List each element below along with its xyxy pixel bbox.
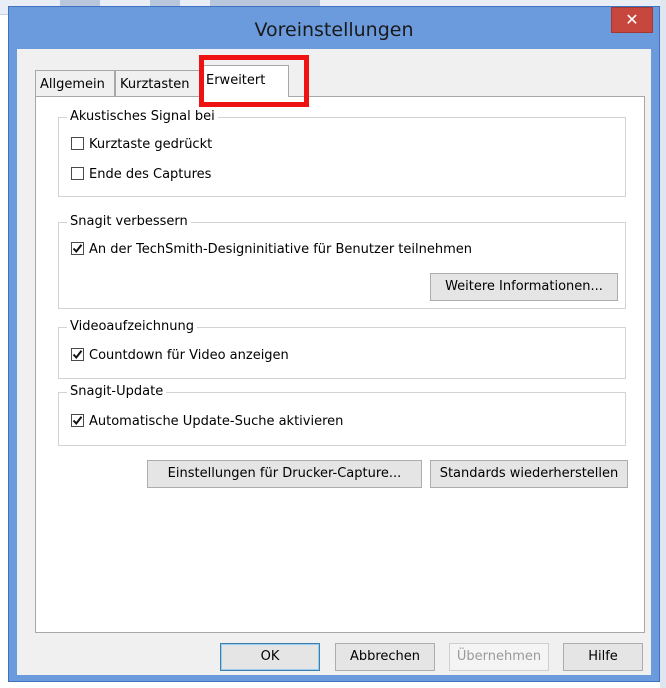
checkbox-auto-update[interactable]: Automatische Update-Suche aktivieren xyxy=(71,414,343,432)
apply-button[interactable]: Übernehmen xyxy=(449,643,549,671)
checkbox-label: Countdown für Video anzeigen xyxy=(89,348,289,363)
checkbox-label: Kurztaste gedrückt xyxy=(89,137,213,152)
more-info-button[interactable]: Weitere Informationen... xyxy=(430,273,618,301)
checkbox-box[interactable] xyxy=(71,348,84,361)
close-button[interactable]: ✕ xyxy=(611,7,653,33)
window-title: Voreinstellungen xyxy=(254,19,414,41)
checkbox-label: Automatische Update-Suche aktivieren xyxy=(89,414,344,429)
checkbox-capture-end[interactable]: Ende des Captures xyxy=(71,167,211,185)
tab-label: Kurztasten xyxy=(120,77,190,92)
tab-panel-erweitert: Akustisches Signal bei Kurztaste gedrück… xyxy=(35,96,645,633)
checkbox-box[interactable] xyxy=(71,137,84,150)
preferences-dialog: Voreinstellungen ✕ Allgemein Kurztasten … xyxy=(8,6,660,682)
tab-label: Allgemein xyxy=(40,77,105,92)
ok-button[interactable]: OK xyxy=(220,643,320,671)
checkbox-label: Ende des Captures xyxy=(89,167,212,182)
checkbox-label: An der TechSmith-Designinitiative für Be… xyxy=(89,242,472,257)
help-button[interactable]: Hilfe xyxy=(563,643,643,671)
tab-kurztasten[interactable]: Kurztasten xyxy=(115,70,201,96)
dialog-client-area: Allgemein Kurztasten Erweitert Akustisch… xyxy=(17,49,651,675)
group-label: Akustisches Signal bei xyxy=(67,109,218,124)
checkmark-icon xyxy=(72,244,83,254)
close-icon: ✕ xyxy=(625,10,639,29)
checkbox-box[interactable] xyxy=(71,167,84,180)
group-snagit-improve: Snagit verbessern An der TechSmith-Desig… xyxy=(58,214,626,309)
checkmark-icon xyxy=(72,416,83,426)
group-snagit-update: Snagit-Update Automatische Update-Suche … xyxy=(58,384,626,446)
printer-capture-settings-button[interactable]: Einstellungen für Drucker-Capture... xyxy=(147,460,422,488)
checkbox-box[interactable] xyxy=(71,414,84,427)
background-window-edge xyxy=(660,0,666,688)
group-label: Snagit verbessern xyxy=(67,214,191,229)
checkbox-design-initiative[interactable]: An der TechSmith-Designinitiative für Be… xyxy=(71,242,472,260)
group-label: Videoaufzeichnung xyxy=(67,319,197,334)
checkbox-box[interactable] xyxy=(71,242,84,255)
checkbox-countdown[interactable]: Countdown für Video anzeigen xyxy=(71,348,289,366)
group-label: Snagit-Update xyxy=(67,384,167,399)
title-bar[interactable]: Voreinstellungen ✕ xyxy=(9,7,659,49)
tab-allgemein[interactable]: Allgemein xyxy=(35,70,115,96)
cancel-button[interactable]: Abbrechen xyxy=(335,643,435,671)
checkmark-icon xyxy=(72,350,83,360)
group-video-recording: Videoaufzeichnung Countdown für Video an… xyxy=(58,319,626,379)
highlight-annotation xyxy=(199,55,309,107)
group-acoustic-signal: Akustisches Signal bei Kurztaste gedrück… xyxy=(58,109,626,197)
checkbox-key-pressed[interactable]: Kurztaste gedrückt xyxy=(71,137,212,155)
restore-defaults-button[interactable]: Standards wiederherstellen xyxy=(430,460,628,488)
